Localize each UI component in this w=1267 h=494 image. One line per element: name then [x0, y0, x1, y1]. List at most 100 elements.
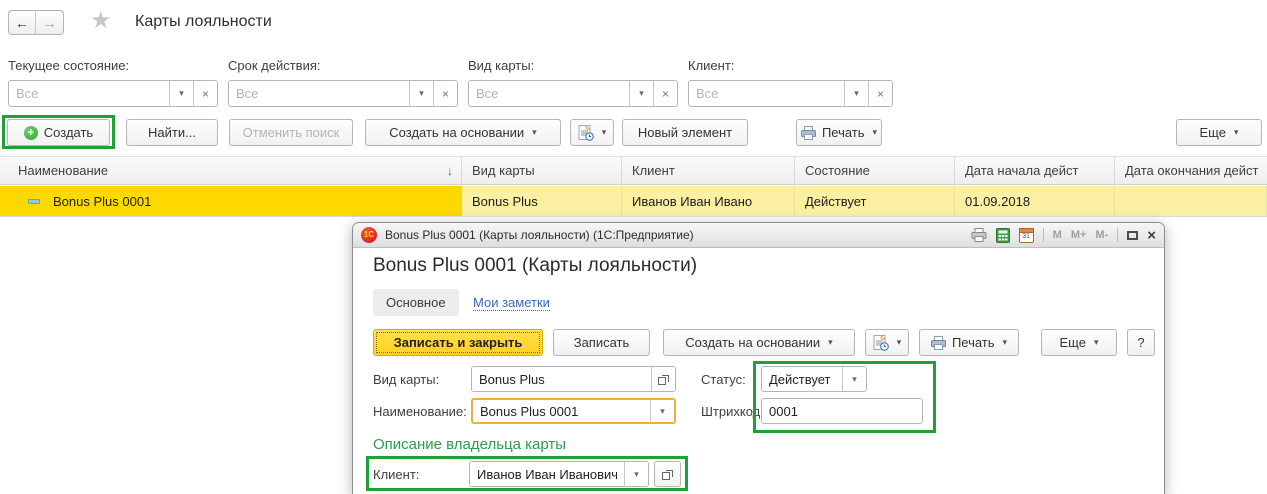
calculator-icon[interactable] [995, 227, 1010, 243]
save-and-close-label: Записать и закрыть [393, 335, 523, 350]
maximize-icon[interactable] [1127, 230, 1139, 240]
column-header-cardtype-label: Вид карты [472, 163, 535, 178]
chevron-down-icon[interactable]: ▾ [624, 462, 648, 486]
column-header-state-label: Состояние [805, 163, 870, 178]
dialog-print-button[interactable]: Печать ▾ [919, 329, 1019, 356]
filter-label-validity: Срок действия: [228, 58, 321, 73]
client-label: Клиент: [373, 467, 420, 482]
back-arrow-icon[interactable]: ← [9, 11, 36, 34]
chevron-down-icon[interactable]: ▾ [842, 367, 866, 391]
cell-cardtype-text: Bonus Plus [472, 193, 538, 209]
chevron-down-icon: ▾ [872, 127, 878, 137]
chevron-down-icon: ▾ [1002, 337, 1008, 347]
help-button[interactable]: ? [1127, 329, 1155, 356]
name-input[interactable] [473, 400, 650, 422]
favorite-star-icon[interactable]: ★ [90, 6, 112, 35]
cell-state: Действует [795, 186, 955, 216]
column-header-enddate-label: Дата окончания дейст [1125, 163, 1259, 178]
more-button-label: Еще [1199, 125, 1226, 140]
chevron-down-icon[interactable]: ▾ [650, 400, 674, 422]
barcode-input[interactable] [762, 399, 922, 423]
more-button[interactable]: Еще ▾ [1176, 119, 1262, 146]
save-label: Записать [573, 335, 630, 350]
column-header-enddate[interactable]: Дата окончания дейст [1115, 157, 1267, 184]
history-nav-group: ← → [8, 10, 64, 35]
status-input[interactable] [762, 367, 842, 391]
column-header-startdate[interactable]: Дата начала дейст [955, 157, 1115, 184]
table-header: Наименование ↓ Вид карты Клиент Состояни… [0, 156, 1267, 185]
find-button[interactable]: Найти... [126, 119, 218, 146]
chevron-down-icon[interactable]: ▾ [629, 81, 653, 106]
clear-icon[interactable]: × [653, 81, 677, 106]
column-header-name-label: Наименование [18, 163, 109, 178]
1c-logo-icon: 1С [361, 227, 377, 243]
memory-plus-button[interactable]: M+ [1071, 229, 1087, 241]
printer-icon[interactable] [971, 228, 987, 242]
cell-client: Иванов Иван Ивано [622, 186, 795, 216]
dialog-more-button[interactable]: Еще ▾ [1041, 329, 1117, 356]
client-input[interactable] [470, 462, 624, 486]
filter-cardtype-combo: ▾ × [468, 80, 678, 107]
clear-icon[interactable]: × [193, 81, 217, 106]
close-icon[interactable]: × [1147, 228, 1156, 243]
filter-state-input[interactable] [9, 81, 169, 106]
filter-label-client: Клиент: [688, 58, 735, 73]
column-header-name[interactable]: Наименование ↓ [0, 157, 462, 184]
help-label: ? [1137, 335, 1145, 350]
memory-button[interactable]: M [1053, 229, 1062, 241]
chevron-down-icon[interactable]: ▾ [169, 81, 193, 106]
create-based-on-button[interactable]: Создать на основании ▾ [365, 119, 561, 146]
clear-icon[interactable]: × [433, 81, 457, 106]
calendar-day-label: 31 [1022, 232, 1031, 240]
dialog-create-based-on-label: Создать на основании [685, 335, 821, 350]
clear-icon[interactable]: × [868, 81, 892, 106]
chevron-down-icon: ▾ [896, 337, 902, 347]
client-open-button[interactable] [654, 461, 681, 487]
save-and-close-button[interactable]: Записать и закрыть [373, 329, 543, 356]
chevron-down-icon[interactable]: ▾ [409, 81, 433, 106]
cell-cardtype: Bonus Plus [462, 186, 622, 216]
filter-label-cardtype: Вид карты: [468, 58, 535, 73]
tab-my-notes[interactable]: Мои заметки [473, 295, 550, 311]
new-element-button[interactable]: Новый элемент [622, 119, 748, 146]
chevron-down-icon: ▾ [532, 127, 537, 137]
titlebar-divider [1042, 228, 1044, 242]
status-field: ▾ [761, 366, 867, 392]
find-button-label: Найти... [148, 125, 196, 140]
column-header-state[interactable]: Состояние [795, 157, 955, 184]
chevron-down-icon: ▾ [1093, 337, 1099, 347]
filter-client-input[interactable] [689, 81, 844, 106]
filter-cardtype-input[interactable] [469, 81, 629, 106]
calendar-icon[interactable]: 31 [1018, 227, 1034, 243]
table-row[interactable]: Bonus Plus 0001 Bonus Plus Иванов Иван И… [0, 186, 1267, 217]
column-header-startdate-label: Дата начала дейст [965, 163, 1079, 178]
print-button[interactable]: Печать ▾ [796, 119, 882, 146]
dialog-titlebar[interactable]: 1С Bonus Plus 0001 (Карты лояльности) (1… [353, 223, 1164, 248]
document-clock-icon [578, 124, 594, 141]
tab-main[interactable]: Основное [373, 289, 459, 316]
dialog-create-based-on-button[interactable]: Создать на основании ▾ [663, 329, 855, 356]
forward-arrow-icon[interactable]: → [36, 11, 63, 34]
document-clock-icon [873, 334, 889, 351]
document-clock-menu-button[interactable]: ▾ [570, 119, 614, 146]
filter-validity-input[interactable] [229, 81, 409, 106]
filter-client-combo: ▾ × [688, 80, 893, 107]
card-type-input[interactable] [472, 367, 651, 391]
column-header-cardtype[interactable]: Вид карты [462, 157, 622, 184]
cell-enddate [1115, 186, 1267, 216]
dialog-title: Bonus Plus 0001 (Карты лояльности) [373, 255, 698, 276]
create-button[interactable]: + Создать [7, 119, 110, 146]
memory-minus-button[interactable]: M- [1095, 229, 1108, 241]
titlebar-divider [1117, 228, 1119, 242]
barcode-field [761, 398, 923, 424]
save-button[interactable]: Записать [553, 329, 650, 356]
chevron-down-icon: ▾ [601, 127, 607, 137]
open-icon[interactable] [651, 367, 675, 391]
new-element-label: Новый элемент [637, 125, 733, 140]
column-header-client-label: Клиент [632, 163, 675, 178]
dialog-more-label: Еще [1059, 335, 1086, 350]
cancel-search-button[interactable]: Отменить поиск [229, 119, 353, 146]
dialog-document-clock-menu-button[interactable]: ▾ [865, 329, 909, 356]
column-header-client[interactable]: Клиент [622, 157, 795, 184]
chevron-down-icon[interactable]: ▾ [844, 81, 868, 106]
